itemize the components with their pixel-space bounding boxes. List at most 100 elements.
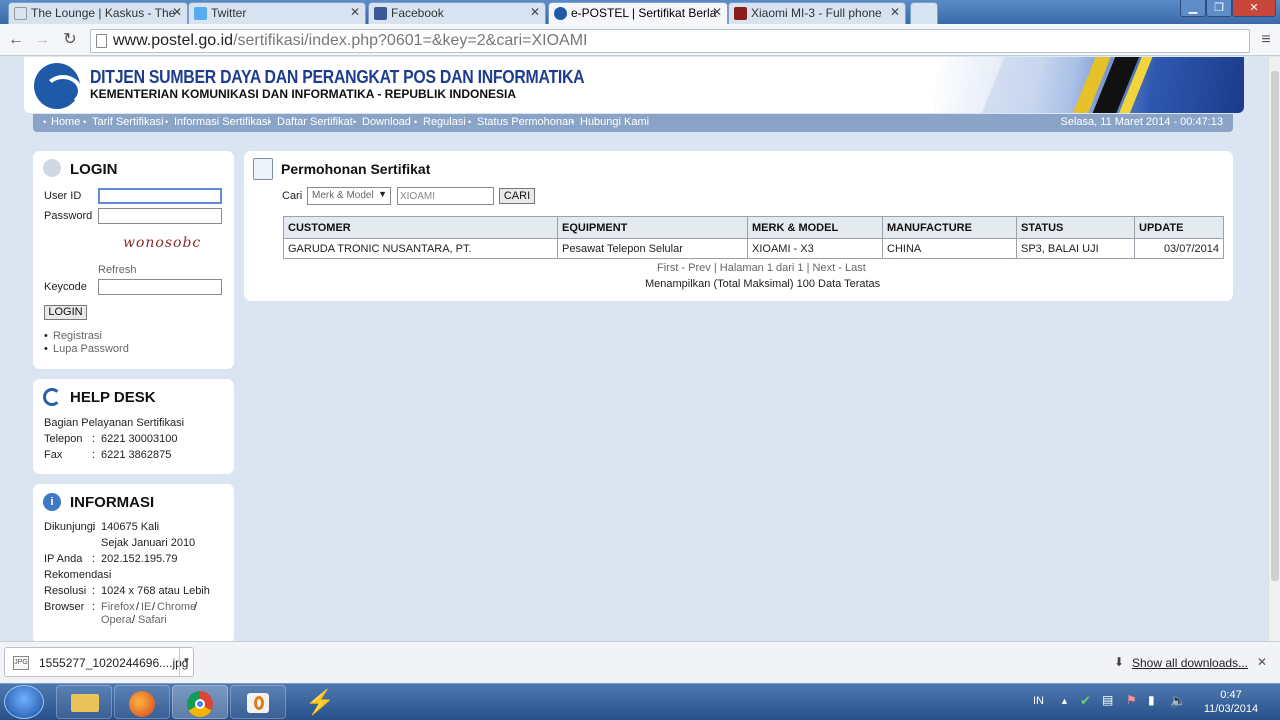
- menu-home[interactable]: Home: [51, 114, 80, 131]
- page-scrollbar[interactable]: [1268, 57, 1280, 641]
- slash: /: [194, 601, 198, 613]
- close-icon[interactable]: ✕: [712, 5, 722, 19]
- cell-merk-model: XIOAMI - X3: [747, 238, 883, 259]
- menu-informasi-sertifikasi[interactable]: Informasi Sertifikasi: [174, 114, 270, 131]
- safely-remove-icon[interactable]: ✔: [1080, 693, 1091, 709]
- browser-ie: IE: [141, 601, 152, 613]
- power-icon[interactable]: ▮: [1148, 693, 1155, 707]
- jpg-file-icon: JPG: [13, 656, 29, 670]
- password-label: Password: [44, 210, 93, 222]
- cari-button[interactable]: CARI: [499, 188, 535, 204]
- pager-sep: -: [678, 262, 689, 274]
- registrasi-link[interactable]: Registrasi: [53, 330, 102, 342]
- facebook-icon: [374, 7, 387, 20]
- close-window-button[interactable]: ✕: [1232, 0, 1276, 17]
- back-icon[interactable]: ←: [6, 30, 26, 50]
- address-bar[interactable]: www.postel.go.id/sertifikasi/index.php?0…: [90, 29, 1250, 53]
- new-tab-button[interactable]: [910, 2, 938, 24]
- reload-icon[interactable]: ↻: [60, 30, 80, 50]
- download-filename: 1555277_1020244696....jpg: [39, 656, 189, 670]
- menu-icon[interactable]: ≡: [1256, 30, 1276, 50]
- tab-kaskus[interactable]: The Lounge | Kaskus - The ✕: [8, 2, 188, 24]
- menu-download[interactable]: Download: [362, 114, 411, 131]
- start-button[interactable]: [4, 685, 44, 719]
- separator: :: [92, 521, 96, 533]
- firefox-taskbar-icon[interactable]: [114, 685, 170, 719]
- minimize-button[interactable]: ▁: [1180, 0, 1206, 17]
- userid-input[interactable]: [98, 188, 222, 204]
- pager-sep: |: [803, 262, 813, 274]
- header-banner: [934, 57, 1244, 113]
- system-clock[interactable]: 0:47 11/03/2014: [1196, 688, 1266, 716]
- media-player-taskbar-icon[interactable]: [230, 685, 286, 719]
- login-button[interactable]: LOGIN: [44, 305, 87, 320]
- pager-sep: |: [710, 262, 720, 274]
- password-input[interactable]: [98, 208, 222, 224]
- pager-next[interactable]: Next: [813, 262, 836, 274]
- result-note: Menampilkan (Total Maksimal) 100 Data Te…: [645, 278, 881, 290]
- tab-xiaomi[interactable]: Xiaomi MI-3 - Full phone ✕: [728, 2, 906, 24]
- tray-expand-icon[interactable]: ▲: [1060, 696, 1069, 706]
- phone-icon: [43, 388, 61, 406]
- tab-twitter[interactable]: Twitter ✕: [188, 2, 366, 24]
- keycode-input[interactable]: [98, 279, 222, 295]
- resolusi-value: 1024 x 768 atau Lebih: [101, 585, 210, 597]
- col-update: UPDATE: [1134, 216, 1224, 239]
- chrome-taskbar-icon[interactable]: [172, 685, 228, 719]
- pager-last[interactable]: Last: [845, 262, 866, 274]
- bullet: •: [44, 343, 48, 355]
- separator: :: [92, 553, 96, 565]
- close-icon[interactable]: ✕: [890, 5, 900, 19]
- tab-facebook[interactable]: Facebook ✕: [368, 2, 546, 24]
- clock-date: 11/03/2014: [1203, 703, 1259, 715]
- action-center-icon[interactable]: ⚑: [1126, 693, 1137, 707]
- close-icon[interactable]: ✕: [172, 5, 182, 19]
- cell-update: 03/07/2014: [1134, 238, 1224, 259]
- menu-hubungi-kami[interactable]: Hubungi Kami: [580, 114, 649, 131]
- page-icon: [96, 34, 107, 48]
- chevron-down-icon[interactable]: ▼: [179, 648, 193, 676]
- close-icon[interactable]: ✕: [530, 5, 540, 19]
- cell-customer: GARUDA TRONIC NUSANTARA, PT.: [283, 238, 558, 259]
- url-path: /sertifikasi/index.php?0601=&key=2&cari=…: [233, 32, 588, 49]
- table-row[interactable]: GARUDA TRONIC NUSANTARA, PT. Pesawat Tel…: [283, 238, 1224, 259]
- download-arrow-icon: ⬇: [1114, 655, 1125, 669]
- menu-status-permohonan[interactable]: Status Permohonan: [477, 114, 574, 131]
- language-indicator[interactable]: IN: [1033, 695, 1044, 707]
- volume-icon[interactable]: 🔈: [1170, 693, 1186, 709]
- refresh-link[interactable]: Refresh: [98, 264, 137, 276]
- pager-prev[interactable]: Prev: [688, 262, 711, 274]
- tab-epostel[interactable]: e-POSTEL | Sertifikat Berla ✕: [548, 2, 728, 25]
- download-item[interactable]: JPG 1555277_1020244696....jpg ▼: [4, 647, 194, 677]
- forward-icon[interactable]: →: [32, 30, 52, 50]
- cell-equipment: Pesawat Telepon Selular: [557, 238, 748, 259]
- menu-daftar-sertifikat[interactable]: Daftar Sertifikat: [277, 114, 353, 131]
- resolusi-label: Resolusi: [44, 585, 87, 597]
- download-shelf: JPG 1555277_1020244696....jpg ▼ ⬇ Show a…: [0, 641, 1280, 683]
- close-icon[interactable]: ✕: [350, 5, 360, 19]
- fax-value: 6221 3862875: [101, 449, 172, 461]
- chevron-down-icon: ▼: [378, 189, 387, 199]
- explorer-taskbar-icon[interactable]: [56, 685, 112, 719]
- informasi-title: INFORMASI: [70, 494, 155, 511]
- search-input[interactable]: [397, 187, 494, 205]
- close-icon[interactable]: ✕: [1257, 655, 1267, 669]
- restore-button[interactable]: ❐: [1206, 0, 1232, 17]
- helpdesk-line1: Bagian Pelayanan Sertifikasi: [44, 417, 185, 429]
- search-field-select[interactable]: Merk & Model ▼: [307, 187, 391, 205]
- scrollbar-thumb[interactable]: [1271, 71, 1279, 581]
- winamp-taskbar-icon[interactable]: ⚡: [288, 685, 344, 719]
- menu-regulasi[interactable]: Regulasi: [423, 114, 466, 131]
- network-icon[interactable]: ▤: [1102, 693, 1113, 707]
- show-all-downloads-link[interactable]: Show all downloads...: [1132, 656, 1248, 670]
- browser-safari: Safari: [138, 614, 167, 626]
- telepon-label: Telepon: [44, 433, 83, 445]
- pager-sep: -: [835, 262, 845, 274]
- windows-taskbar: ⚡ IN ▲ ✔ ▤ ⚑ ▮ 🔈 0:47 11/03/2014: [0, 683, 1280, 720]
- ip-value: 202.152.195.79: [101, 553, 178, 565]
- pager-first[interactable]: First: [657, 262, 678, 274]
- main-title: Permohonan Sertifikat: [281, 161, 431, 177]
- kominfo-logo: [34, 63, 82, 109]
- menu-tarif-sertifikasi[interactable]: Tarif Sertifikasi: [92, 114, 164, 131]
- lupa-password-link[interactable]: Lupa Password: [53, 343, 129, 355]
